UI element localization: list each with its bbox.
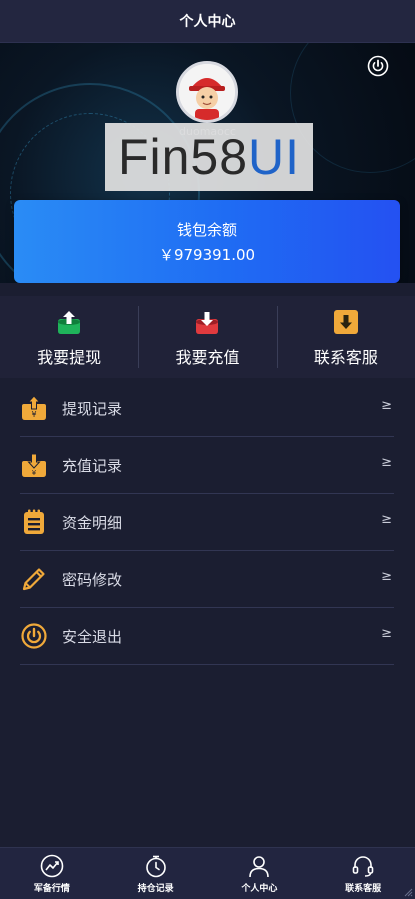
tab-label: 军备行情 bbox=[33, 884, 70, 894]
recharge-icon bbox=[196, 312, 219, 334]
menu-item-withdraw-record[interactable]: ¥ 提现记录 ≥ bbox=[20, 380, 394, 437]
action-label: 联系客服 bbox=[313, 348, 378, 367]
top-header: 个人中心 bbox=[0, 0, 415, 43]
tab-market[interactable]: 军备行情 bbox=[0, 848, 104, 899]
tab-label: 持仓记录 bbox=[137, 884, 174, 894]
withdraw-record-icon: ¥ bbox=[22, 395, 46, 420]
power-icon bbox=[21, 623, 47, 649]
menu-item-recharge-record[interactable]: ¥ 充值记录 ≥ bbox=[20, 437, 394, 494]
menu-label: 安全退出 bbox=[62, 627, 123, 646]
menu-label: 提现记录 bbox=[62, 399, 123, 418]
menu-item-fund-details[interactable]: 资金明细 ≥ bbox=[20, 494, 394, 551]
menu-label: 充值记录 bbox=[62, 456, 123, 475]
stopwatch-icon bbox=[145, 855, 166, 878]
chevron-right-icon: ≥ bbox=[381, 512, 392, 527]
power-icon[interactable] bbox=[367, 55, 389, 77]
resize-grip-icon bbox=[404, 888, 413, 897]
watermark-text-accent: UI bbox=[248, 129, 301, 185]
notepad-icon bbox=[24, 509, 44, 534]
wallet-balance-card: 钱包余额 ￥979391.00 bbox=[14, 200, 400, 283]
account-menu: ¥ 提现记录 ≥ ¥ 充值记录 ≥ 资金明细 ≥ 密码修改 ≥ 安全退出 ≥ bbox=[20, 380, 394, 665]
watermark-logo: Fin58 UI bbox=[105, 123, 313, 191]
profile-banner: duomaocc Fin58UI 钱包余额 ￥979391.00 bbox=[0, 43, 415, 283]
trend-icon bbox=[40, 854, 64, 878]
download-box-icon bbox=[333, 310, 358, 334]
chevron-right-icon: ≥ bbox=[381, 398, 392, 413]
withdraw-icon bbox=[58, 311, 81, 334]
chevron-right-icon: ≥ bbox=[381, 569, 392, 584]
wallet-amount: ￥979391.00 bbox=[158, 246, 256, 264]
contact-service-button[interactable]: 联系客服 bbox=[276, 296, 415, 378]
chevron-right-icon: ≥ bbox=[381, 455, 392, 470]
tab-label: 联系客服 bbox=[345, 884, 382, 894]
tab-positions[interactable]: 持仓记录 bbox=[104, 848, 208, 899]
recharge-button[interactable]: 我要充值 bbox=[138, 296, 276, 378]
svg-text:¥: ¥ bbox=[31, 410, 36, 419]
avatar-image bbox=[179, 64, 235, 120]
quick-actions: 我要提现 我要充值 联系客服 bbox=[0, 296, 415, 378]
bottom-tab-bar: 军备行情 持仓记录 个人中心 联系客服 bbox=[0, 847, 415, 899]
menu-label: 资金明细 bbox=[62, 513, 123, 532]
pencil-icon bbox=[22, 568, 45, 591]
headset-icon bbox=[352, 856, 374, 877]
menu-item-change-password[interactable]: 密码修改 ≥ bbox=[20, 551, 394, 608]
menu-label: 密码修改 bbox=[62, 570, 123, 589]
user-icon bbox=[249, 856, 270, 878]
svg-text:¥: ¥ bbox=[32, 469, 37, 477]
tab-profile[interactable]: 个人中心 bbox=[208, 848, 312, 899]
menu-item-logout[interactable]: 安全退出 ≥ bbox=[20, 608, 394, 665]
tab-label: 个人中心 bbox=[241, 884, 278, 894]
wallet-title: 钱包余额 bbox=[176, 221, 237, 239]
withdraw-button[interactable]: 我要提现 bbox=[0, 296, 138, 378]
recharge-record-icon: ¥ bbox=[22, 453, 46, 477]
action-label: 我要充值 bbox=[175, 348, 240, 367]
chevron-right-icon: ≥ bbox=[381, 626, 392, 641]
action-label: 我要提现 bbox=[37, 348, 102, 367]
tab-customer-service[interactable]: 联系客服 bbox=[311, 848, 415, 899]
avatar[interactable] bbox=[176, 61, 238, 123]
watermark-text: Fin58 bbox=[117, 129, 249, 185]
page-title: 个人中心 bbox=[179, 14, 236, 30]
